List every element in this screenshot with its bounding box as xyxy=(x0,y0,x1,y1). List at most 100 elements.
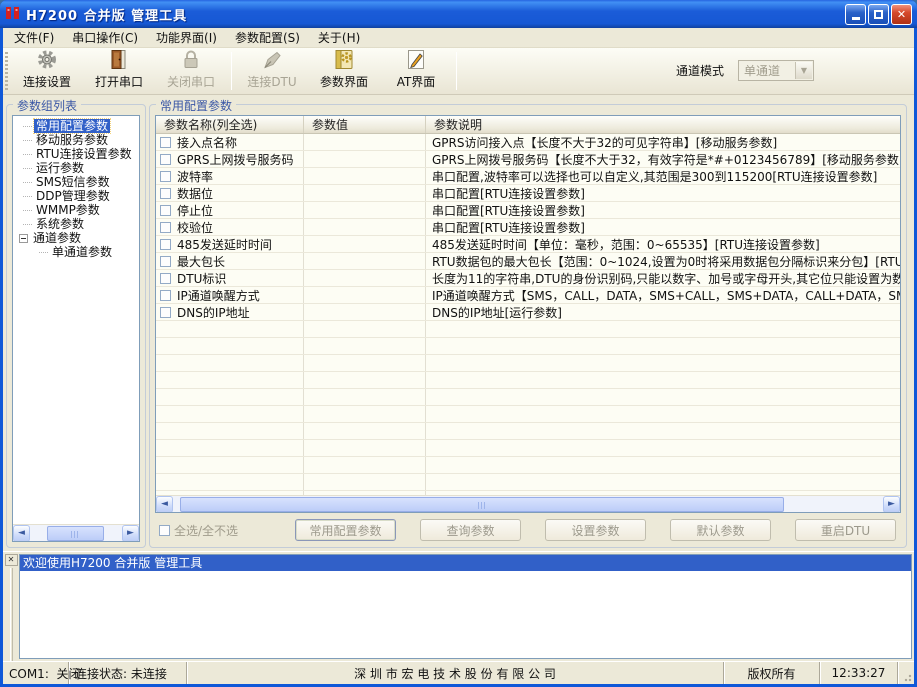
footer-button-3[interactable]: 设置参数 xyxy=(545,519,646,541)
sidebar-item-8[interactable]: 系统参数 xyxy=(17,217,139,231)
log-list[interactable]: 欢迎使用H7200 合并版 管理工具 xyxy=(19,554,912,659)
cell-param-value[interactable] xyxy=(304,236,426,252)
row-checkbox-icon[interactable] xyxy=(160,273,171,284)
table-row[interactable]: DTU标识长度为11的字符串,DTU的身份识别码,只能以数字、加号或字母开头,其… xyxy=(156,270,900,287)
cell-param-value[interactable] xyxy=(304,185,426,201)
row-checkbox-icon[interactable] xyxy=(160,188,171,199)
cell-param-value[interactable] xyxy=(304,134,426,150)
sidebar-item-3[interactable]: RTU连接设置参数 xyxy=(17,147,139,161)
cell-param-value[interactable] xyxy=(304,406,426,422)
table-row[interactable] xyxy=(156,389,900,406)
sidebar-item-7[interactable]: WMMP参数 xyxy=(17,203,139,217)
table-row[interactable]: 接入点名称GPRS访问接入点【长度不大于32的可见字符串】[移动服务参数] xyxy=(156,134,900,151)
log-close-button[interactable]: ✕ xyxy=(5,554,18,566)
table-row[interactable]: 停止位串口配置[RTU连接设置参数] xyxy=(156,202,900,219)
channel-mode-select[interactable]: 单通道 ▼ xyxy=(738,60,814,81)
row-checkbox-icon[interactable] xyxy=(160,137,171,148)
tree-scroll-thumb[interactable] xyxy=(47,526,104,541)
table-row[interactable]: 数据位串口配置[RTU连接设置参数] xyxy=(156,185,900,202)
row-checkbox-icon[interactable] xyxy=(160,256,171,267)
menu-item-0[interactable]: 文件(F) xyxy=(5,28,63,48)
row-checkbox-icon[interactable] xyxy=(160,205,171,216)
column-header-name[interactable]: 参数名称(列全选) xyxy=(156,116,304,133)
log-panel-divider[interactable] xyxy=(10,568,13,661)
table-row[interactable]: DNS的IP地址DNS的IP地址[运行参数] xyxy=(156,304,900,321)
menu-item-3[interactable]: 参数配置(S) xyxy=(226,28,309,48)
toolbar-button-2[interactable]: 打开串口 xyxy=(83,50,155,93)
tree-scroll-track[interactable] xyxy=(30,525,122,542)
table-horizontal-scrollbar[interactable]: ◄ ► xyxy=(156,495,900,512)
row-checkbox-icon[interactable] xyxy=(160,222,171,233)
table-row[interactable] xyxy=(156,423,900,440)
sidebar-item-4[interactable]: 运行参数 xyxy=(17,161,139,175)
cell-param-value[interactable] xyxy=(304,253,426,269)
column-header-value[interactable]: 参数值 xyxy=(304,116,426,133)
footer-button-1[interactable]: 常用配置参数 xyxy=(295,519,396,541)
log-line[interactable]: 欢迎使用H7200 合并版 管理工具 xyxy=(20,555,911,571)
cell-param-value[interactable] xyxy=(304,202,426,218)
row-checkbox-icon[interactable] xyxy=(160,307,171,318)
cell-param-value[interactable] xyxy=(304,423,426,439)
cell-param-value[interactable] xyxy=(304,338,426,354)
row-checkbox-icon[interactable] xyxy=(160,171,171,182)
sidebar-item-10[interactable]: 单通道参数 xyxy=(17,245,139,259)
table-row[interactable]: 波特率串口配置,波特率可以选择也可以自定义,其范围是300到115200[RTU… xyxy=(156,168,900,185)
table-row[interactable] xyxy=(156,355,900,372)
table-row[interactable]: 最大包长RTU数据包的最大包长【范围：0~1024,设置为0时将采用数据包分隔标… xyxy=(156,253,900,270)
menu-item-4[interactable]: 关于(H) xyxy=(309,28,369,48)
table-row[interactable] xyxy=(156,406,900,423)
column-header-desc[interactable]: 参数说明 xyxy=(426,116,900,133)
toolbar-button-1[interactable]: 连接设置 xyxy=(11,50,83,93)
checkbox-icon[interactable] xyxy=(159,525,170,536)
table-row[interactable]: 485发送延时时间485发送延时时间【单位：毫秒，范围：0~65535】[RTU… xyxy=(156,236,900,253)
cell-param-value[interactable] xyxy=(304,321,426,337)
table-row[interactable] xyxy=(156,338,900,355)
table-row[interactable]: 校验位串口配置[RTU连接设置参数] xyxy=(156,219,900,236)
menu-item-2[interactable]: 功能界面(I) xyxy=(147,28,226,48)
cell-param-value[interactable] xyxy=(304,440,426,456)
sidebar-item-1[interactable]: 常用配置参数 xyxy=(17,119,139,133)
toolbar-grip[interactable] xyxy=(5,52,8,90)
toolbar-button-4[interactable]: 连接DTU xyxy=(236,50,308,93)
scroll-right-icon[interactable]: ► xyxy=(883,496,900,513)
collapse-minus-icon[interactable] xyxy=(19,234,28,243)
cell-param-value[interactable] xyxy=(304,355,426,371)
cell-param-value[interactable] xyxy=(304,287,426,303)
scroll-left-icon[interactable]: ◄ xyxy=(156,496,173,513)
table-row[interactable] xyxy=(156,457,900,474)
row-checkbox-icon[interactable] xyxy=(160,290,171,301)
close-button[interactable]: ✕ xyxy=(891,4,912,25)
cell-param-value[interactable] xyxy=(304,389,426,405)
table-row[interactable] xyxy=(156,372,900,389)
menu-item-1[interactable]: 串口操作(C) xyxy=(63,28,147,48)
cell-param-value[interactable] xyxy=(304,474,426,490)
tree-horizontal-scrollbar[interactable]: ◄ ► xyxy=(13,524,139,541)
scroll-left-icon[interactable]: ◄ xyxy=(13,525,30,542)
table-row[interactable]: IP通道唤醒方式IP通道唤醒方式【SMS，CALL，DATA，SMS+CALL，… xyxy=(156,287,900,304)
table-row[interactable] xyxy=(156,440,900,457)
row-checkbox-icon[interactable] xyxy=(160,154,171,165)
sidebar-item-5[interactable]: SMS短信参数 xyxy=(17,175,139,189)
cell-param-value[interactable] xyxy=(304,151,426,167)
row-checkbox-icon[interactable] xyxy=(160,239,171,250)
table-scroll-thumb[interactable] xyxy=(180,497,784,512)
cell-param-value[interactable] xyxy=(304,219,426,235)
table-row[interactable]: GPRS上网拨号服务码GPRS上网拨号服务码【长度不大于32，有效字符是*#+0… xyxy=(156,151,900,168)
footer-button-5[interactable]: 重启DTU xyxy=(795,519,896,541)
minimize-button[interactable] xyxy=(845,4,866,25)
footer-button-2[interactable]: 查询参数 xyxy=(420,519,521,541)
toolbar-button-5[interactable]: 参数界面 xyxy=(308,50,380,93)
cell-param-value[interactable] xyxy=(304,304,426,320)
toolbar-button-6[interactable]: AT界面 xyxy=(380,50,452,93)
scroll-right-icon[interactable]: ► xyxy=(122,525,139,542)
table-scroll-track[interactable] xyxy=(173,496,883,513)
select-all-checkbox[interactable]: 全选/全不选 xyxy=(159,522,279,539)
footer-button-4[interactable]: 默认参数 xyxy=(670,519,771,541)
sidebar-item-2[interactable]: 移动服务参数 xyxy=(17,133,139,147)
cell-param-value[interactable] xyxy=(304,457,426,473)
sidebar-item-6[interactable]: DDP管理参数 xyxy=(17,189,139,203)
cell-param-value[interactable] xyxy=(304,168,426,184)
sidebar-item-9[interactable]: 通道参数 xyxy=(17,231,139,245)
cell-param-value[interactable] xyxy=(304,372,426,388)
maximize-button[interactable] xyxy=(868,4,889,25)
